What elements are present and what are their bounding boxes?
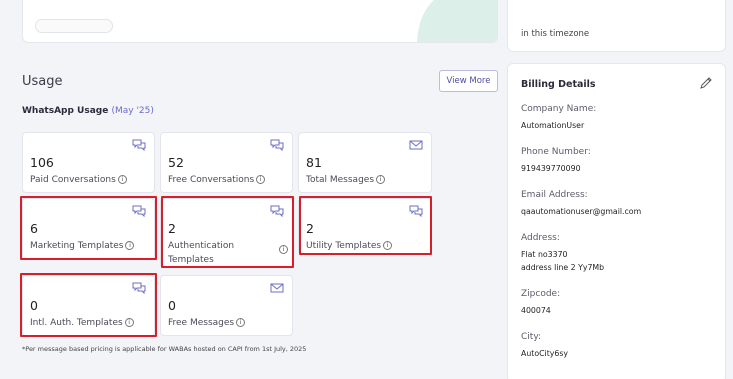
billing-details-card: Billing Details Company Name: Automation…: [507, 63, 726, 379]
tile-label: Free Messages i: [168, 316, 246, 330]
zipcode-value: 400074: [521, 306, 551, 315]
decorative-wave: [417, 0, 497, 42]
paid-conversations-tile: 106 Paid Conversations i: [22, 132, 155, 193]
free-conversations-tile: 52 Free Conversations i: [160, 132, 293, 193]
pencil-icon[interactable]: [699, 76, 713, 90]
address-line-1: Flat no3370: [521, 250, 568, 259]
envelope-icon: [409, 140, 423, 150]
info-icon[interactable]: i: [117, 175, 127, 184]
timezone-card: in this timezone: [507, 0, 726, 52]
city-label: City:: [521, 332, 542, 342]
tile-label: Paid Conversations i: [30, 173, 127, 187]
zipcode-label: Zipcode:: [521, 289, 561, 299]
view-more-button[interactable]: View More: [439, 70, 498, 92]
usage-title: Usage: [22, 74, 63, 89]
account-summary-card: [22, 0, 498, 43]
chat-bubbles-icon: [132, 139, 146, 151]
tile-value: 52: [168, 155, 184, 170]
highlight-authentication: [161, 196, 294, 268]
city-value: AutoCity6sy: [521, 349, 569, 358]
total-messages-tile: 81 Total Messages i: [298, 132, 432, 193]
address-label: Address:: [521, 233, 560, 243]
pricing-footnote: *Per message based pricing is applicable…: [22, 345, 307, 353]
highlight-intl-auth: [20, 273, 157, 337]
envelope-icon: [270, 283, 284, 293]
tile-label: Free Conversations i: [168, 173, 266, 187]
usage-period: (May '25): [111, 106, 154, 116]
billing-title: Billing Details: [521, 79, 596, 90]
free-messages-tile: 0 Free Messages i: [160, 275, 293, 336]
whatsapp-usage-heading: WhatsApp Usage (May '25): [22, 106, 154, 116]
tile-label: Total Messages i: [306, 173, 386, 187]
timezone-note: in this timezone: [521, 29, 590, 39]
whatsapp-usage-label: WhatsApp Usage: [22, 106, 109, 116]
phone-label: Phone Number:: [521, 147, 591, 157]
phone-value: 919439770090: [521, 164, 581, 173]
summary-pill: [35, 19, 113, 33]
tile-value: 106: [30, 155, 54, 170]
email-value: qaautomationuser@gmail.com: [521, 207, 642, 216]
company-label: Company Name:: [521, 104, 597, 114]
company-value: AutomationUser: [521, 121, 585, 130]
tile-value: 81: [306, 155, 322, 170]
highlight-utility: [299, 196, 432, 255]
tile-value: 0: [168, 298, 176, 313]
highlight-marketing: [20, 196, 157, 260]
info-icon[interactable]: i: [256, 175, 266, 184]
info-icon[interactable]: i: [376, 175, 386, 184]
chat-bubbles-icon: [270, 139, 284, 151]
address-line-2: address line 2 Yy7Mb: [521, 263, 605, 272]
email-label: Email Address:: [521, 190, 588, 200]
info-icon[interactable]: i: [236, 318, 246, 327]
